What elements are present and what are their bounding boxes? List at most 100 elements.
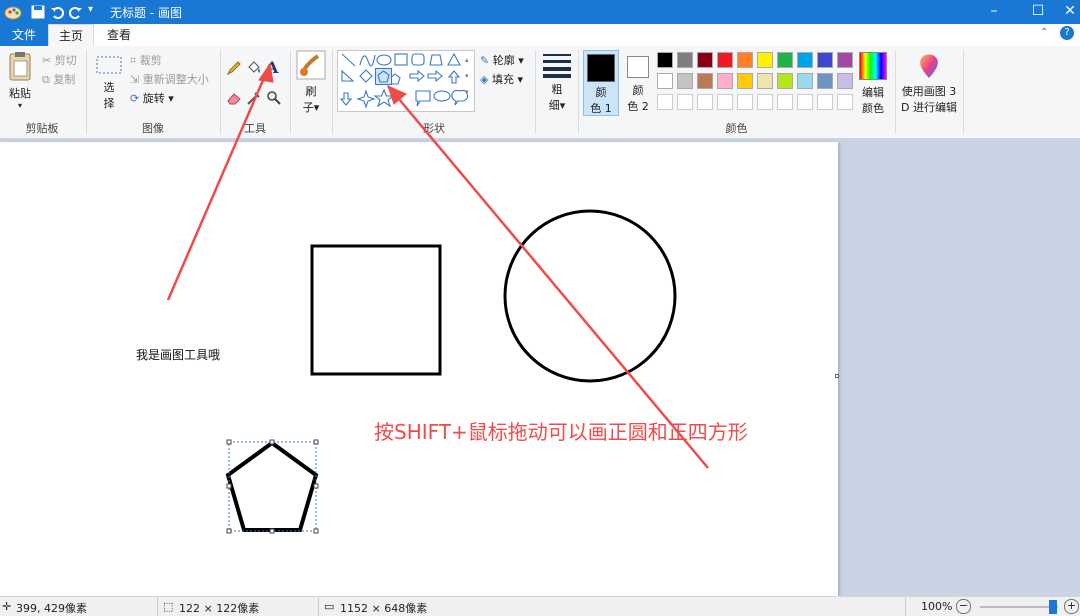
resize-label: 重新调整大小 [142, 73, 209, 86]
palette-color-swatch[interactable] [757, 52, 773, 68]
curve-shape-icon [359, 54, 376, 67]
custom-color-slot[interactable] [797, 94, 813, 110]
minimize-button[interactable]: – [972, 0, 1016, 24]
image-size-icon: ▭ [324, 600, 335, 613]
palette-color-swatch[interactable] [677, 73, 693, 89]
custom-color-slot[interactable] [677, 94, 693, 110]
group-label-image: 图像 [142, 122, 164, 135]
fill-label: 填充 [491, 73, 514, 86]
copy-icon: ⧉ [42, 73, 50, 86]
up-arrow-shape-icon [447, 70, 461, 84]
paint3d-icon [920, 54, 938, 78]
palette-color-swatch[interactable] [817, 73, 833, 89]
zoom-slider-thumb[interactable] [1049, 600, 1057, 614]
zoom-in-button[interactable]: + [1064, 599, 1079, 614]
palette-color-swatch[interactable] [837, 52, 853, 68]
fill-bucket-icon[interactable] [246, 60, 262, 76]
custom-color-slot[interactable] [697, 94, 713, 110]
palette-color-swatch[interactable] [777, 73, 793, 89]
custom-color-slot[interactable] [817, 94, 833, 110]
pentagon-shape-button[interactable] [375, 68, 392, 85]
fill-button[interactable]: ◈ 填充 ▾ [480, 71, 523, 87]
cut-button[interactable]: ✂ 剪切 [42, 52, 77, 68]
palette-color-swatch[interactable] [797, 52, 813, 68]
collapse-ribbon-icon[interactable]: ⌃ [1040, 27, 1048, 38]
magnifier-icon[interactable] [266, 90, 282, 106]
right-arrow-shape-icon [409, 69, 425, 83]
color2-swatch [627, 56, 649, 78]
color1-label-2: 色 1 [590, 102, 612, 115]
palette-color-swatch[interactable] [697, 52, 713, 68]
palette-color-swatch[interactable] [677, 52, 693, 68]
group-divider [535, 50, 536, 134]
group-divider [578, 50, 579, 134]
text-tool-icon[interactable]: A [266, 58, 278, 77]
quick-access-dropdown-icon[interactable]: ▾ [88, 4, 93, 15]
drawing-canvas[interactable]: 我是画图工具哦 按SHIFT+鼠标拖动可以画正圆和正四方形 [0, 142, 839, 596]
outline-label: 轮廓 [492, 54, 515, 67]
redo-icon[interactable] [69, 5, 83, 19]
palette-color-swatch[interactable] [717, 73, 733, 89]
palette-color-swatch[interactable] [817, 52, 833, 68]
rotate-label: 旋转 [142, 92, 165, 105]
help-icon[interactable]: ? [1060, 26, 1074, 40]
palette-color-swatch[interactable] [777, 52, 793, 68]
group-divider [963, 50, 964, 134]
rotate-icon: ⟳ [130, 92, 140, 105]
canvas-resize-handle[interactable] [835, 374, 839, 378]
paste-button[interactable]: 粘贴 ▾ [4, 50, 36, 112]
color-picker-icon[interactable] [246, 90, 262, 106]
palette-color-swatch[interactable] [737, 52, 753, 68]
custom-color-slot[interactable] [777, 94, 793, 110]
zoom-out-button[interactable]: − [956, 599, 971, 614]
palette-color-swatch[interactable] [697, 73, 713, 89]
palette-color-swatch[interactable] [657, 52, 673, 68]
palette-color-swatch[interactable] [717, 52, 733, 68]
palette-color-swatch[interactable] [757, 73, 773, 89]
custom-color-slot[interactable] [717, 94, 733, 110]
save-icon[interactable] [31, 5, 45, 19]
edit-with-paint3d-button[interactable]: 使用画图 3 D 进行编辑 [899, 52, 959, 118]
cursor-position: 399, 429像素 [16, 602, 87, 615]
size-button[interactable]: 粗 细▾ [540, 52, 574, 118]
group-divider [86, 50, 87, 134]
resize-button[interactable]: ⇲ 重新调整大小 [130, 71, 209, 87]
paste-label: 粘贴 [9, 87, 31, 100]
tab-view[interactable]: 查看 [96, 24, 142, 46]
line-width-icon [543, 54, 571, 78]
copy-button[interactable]: ⧉ 复制 [42, 71, 75, 87]
custom-color-slot[interactable] [737, 94, 753, 110]
outline-button[interactable]: ✎ 轮廓 ▾ [480, 52, 524, 68]
group-divider [332, 50, 333, 134]
palette-color-swatch[interactable] [737, 73, 753, 89]
fill-icon: ◈ [480, 73, 489, 86]
eraser-icon[interactable] [226, 90, 242, 106]
brushes-button[interactable]: 刷 子▾ [294, 50, 328, 118]
tab-home[interactable]: 主页 [48, 24, 94, 46]
shapes-scroll[interactable]: ▴ ▾ ▾ [465, 52, 473, 108]
custom-color-slot[interactable] [657, 94, 673, 110]
diamond-shape-icon [359, 69, 373, 83]
pencil-icon[interactable] [226, 60, 242, 76]
color2-button[interactable]: 颜 色 2 [622, 50, 654, 116]
zoom-slider-track[interactable] [980, 606, 1058, 608]
custom-color-slot[interactable] [757, 94, 773, 110]
outline-pen-icon: ✎ [480, 54, 490, 67]
crop-button[interactable]: ⌗ 裁剪 [130, 52, 162, 68]
close-button[interactable]: ✕ [1060, 0, 1080, 24]
rotate-button[interactable]: ⟳ 旋转 ▾ [130, 90, 174, 106]
palette-color-swatch[interactable] [837, 73, 853, 89]
line-shape-icon [341, 53, 356, 67]
pentagon-shape-icon [377, 70, 390, 83]
palette-color-swatch[interactable] [797, 73, 813, 89]
undo-icon[interactable] [50, 5, 64, 19]
select-button[interactable]: 选 择 [94, 54, 124, 114]
image-size: 1152 × 648像素 [340, 602, 428, 615]
color1-button[interactable]: 颜 色 1 [583, 50, 619, 116]
edit-colors-label-1: 编辑 [862, 86, 884, 99]
maximize-button[interactable]: ☐ [1016, 0, 1060, 24]
edit-colors-button[interactable]: 编辑 颜色 [857, 52, 889, 118]
tab-file[interactable]: 文件 [0, 24, 48, 46]
palette-color-swatch[interactable] [657, 73, 673, 89]
custom-color-slot[interactable] [837, 94, 853, 110]
